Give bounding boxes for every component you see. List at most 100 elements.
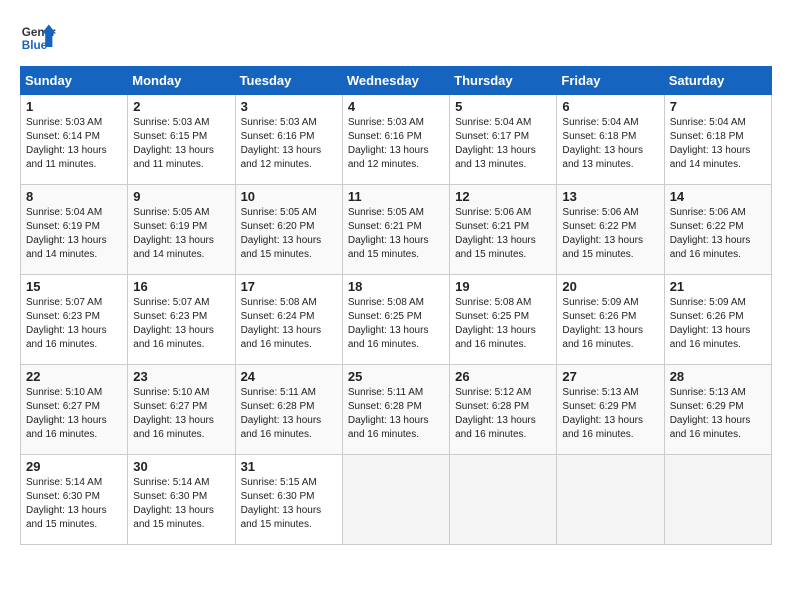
day-number: 4 bbox=[348, 99, 444, 114]
day-number: 27 bbox=[562, 369, 658, 384]
calendar-week-row: 22 Sunrise: 5:10 AM Sunset: 6:27 PM Dayl… bbox=[21, 365, 772, 455]
calendar-cell: 24 Sunrise: 5:11 AM Sunset: 6:28 PM Dayl… bbox=[235, 365, 342, 455]
day-number: 2 bbox=[133, 99, 229, 114]
day-info: Sunrise: 5:05 AM Sunset: 6:19 PM Dayligh… bbox=[133, 206, 229, 262]
day-info: Sunrise: 5:05 AM Sunset: 6:20 PM Dayligh… bbox=[241, 206, 337, 262]
day-number: 21 bbox=[670, 279, 766, 294]
calendar-cell: 12 Sunrise: 5:06 AM Sunset: 6:21 PM Dayl… bbox=[450, 185, 557, 275]
day-info: Sunrise: 5:03 AM Sunset: 6:16 PM Dayligh… bbox=[348, 116, 444, 172]
day-info: Sunrise: 5:13 AM Sunset: 6:29 PM Dayligh… bbox=[670, 386, 766, 442]
calendar-cell: 22 Sunrise: 5:10 AM Sunset: 6:27 PM Dayl… bbox=[21, 365, 128, 455]
day-info: Sunrise: 5:11 AM Sunset: 6:28 PM Dayligh… bbox=[348, 386, 444, 442]
calendar-cell: 5 Sunrise: 5:04 AM Sunset: 6:17 PM Dayli… bbox=[450, 95, 557, 185]
day-info: Sunrise: 5:10 AM Sunset: 6:27 PM Dayligh… bbox=[26, 386, 122, 442]
col-thursday: Thursday bbox=[450, 67, 557, 95]
calendar-cell: 27 Sunrise: 5:13 AM Sunset: 6:29 PM Dayl… bbox=[557, 365, 664, 455]
calendar-cell: 18 Sunrise: 5:08 AM Sunset: 6:25 PM Dayl… bbox=[342, 275, 449, 365]
col-monday: Monday bbox=[128, 67, 235, 95]
calendar-cell: 14 Sunrise: 5:06 AM Sunset: 6:22 PM Dayl… bbox=[664, 185, 771, 275]
day-info: Sunrise: 5:03 AM Sunset: 6:15 PM Dayligh… bbox=[133, 116, 229, 172]
day-number: 16 bbox=[133, 279, 229, 294]
day-number: 10 bbox=[241, 189, 337, 204]
calendar-cell: 2 Sunrise: 5:03 AM Sunset: 6:15 PM Dayli… bbox=[128, 95, 235, 185]
col-friday: Friday bbox=[557, 67, 664, 95]
day-number: 8 bbox=[26, 189, 122, 204]
day-info: Sunrise: 5:14 AM Sunset: 6:30 PM Dayligh… bbox=[26, 476, 122, 532]
day-number: 3 bbox=[241, 99, 337, 114]
calendar-cell: 20 Sunrise: 5:09 AM Sunset: 6:26 PM Dayl… bbox=[557, 275, 664, 365]
calendar-cell: 15 Sunrise: 5:07 AM Sunset: 6:23 PM Dayl… bbox=[21, 275, 128, 365]
day-info: Sunrise: 5:04 AM Sunset: 6:18 PM Dayligh… bbox=[670, 116, 766, 172]
calendar-cell bbox=[664, 455, 771, 545]
calendar-week-row: 8 Sunrise: 5:04 AM Sunset: 6:19 PM Dayli… bbox=[21, 185, 772, 275]
page-header: General Blue bbox=[20, 20, 772, 56]
day-info: Sunrise: 5:07 AM Sunset: 6:23 PM Dayligh… bbox=[26, 296, 122, 352]
day-number: 9 bbox=[133, 189, 229, 204]
logo-icon: General Blue bbox=[20, 20, 56, 56]
day-number: 28 bbox=[670, 369, 766, 384]
day-number: 15 bbox=[26, 279, 122, 294]
day-info: Sunrise: 5:15 AM Sunset: 6:30 PM Dayligh… bbox=[241, 476, 337, 532]
day-info: Sunrise: 5:10 AM Sunset: 6:27 PM Dayligh… bbox=[133, 386, 229, 442]
day-number: 17 bbox=[241, 279, 337, 294]
day-number: 1 bbox=[26, 99, 122, 114]
day-number: 19 bbox=[455, 279, 551, 294]
day-info: Sunrise: 5:03 AM Sunset: 6:16 PM Dayligh… bbox=[241, 116, 337, 172]
day-number: 6 bbox=[562, 99, 658, 114]
day-info: Sunrise: 5:08 AM Sunset: 6:24 PM Dayligh… bbox=[241, 296, 337, 352]
day-number: 30 bbox=[133, 459, 229, 474]
day-info: Sunrise: 5:03 AM Sunset: 6:14 PM Dayligh… bbox=[26, 116, 122, 172]
day-info: Sunrise: 5:13 AM Sunset: 6:29 PM Dayligh… bbox=[562, 386, 658, 442]
day-number: 7 bbox=[670, 99, 766, 114]
day-info: Sunrise: 5:11 AM Sunset: 6:28 PM Dayligh… bbox=[241, 386, 337, 442]
calendar-week-row: 1 Sunrise: 5:03 AM Sunset: 6:14 PM Dayli… bbox=[21, 95, 772, 185]
day-number: 20 bbox=[562, 279, 658, 294]
svg-text:Blue: Blue bbox=[22, 39, 48, 52]
day-number: 22 bbox=[26, 369, 122, 384]
col-sunday: Sunday bbox=[21, 67, 128, 95]
logo: General Blue bbox=[20, 20, 56, 56]
calendar-cell: 11 Sunrise: 5:05 AM Sunset: 6:21 PM Dayl… bbox=[342, 185, 449, 275]
calendar-cell: 13 Sunrise: 5:06 AM Sunset: 6:22 PM Dayl… bbox=[557, 185, 664, 275]
calendar-cell: 28 Sunrise: 5:13 AM Sunset: 6:29 PM Dayl… bbox=[664, 365, 771, 455]
col-saturday: Saturday bbox=[664, 67, 771, 95]
calendar-cell: 19 Sunrise: 5:08 AM Sunset: 6:25 PM Dayl… bbox=[450, 275, 557, 365]
day-number: 18 bbox=[348, 279, 444, 294]
day-number: 26 bbox=[455, 369, 551, 384]
day-info: Sunrise: 5:08 AM Sunset: 6:25 PM Dayligh… bbox=[455, 296, 551, 352]
col-wednesday: Wednesday bbox=[342, 67, 449, 95]
calendar-cell: 17 Sunrise: 5:08 AM Sunset: 6:24 PM Dayl… bbox=[235, 275, 342, 365]
day-info: Sunrise: 5:06 AM Sunset: 6:22 PM Dayligh… bbox=[670, 206, 766, 262]
calendar-cell: 31 Sunrise: 5:15 AM Sunset: 6:30 PM Dayl… bbox=[235, 455, 342, 545]
day-number: 11 bbox=[348, 189, 444, 204]
day-number: 14 bbox=[670, 189, 766, 204]
day-info: Sunrise: 5:14 AM Sunset: 6:30 PM Dayligh… bbox=[133, 476, 229, 532]
day-info: Sunrise: 5:04 AM Sunset: 6:18 PM Dayligh… bbox=[562, 116, 658, 172]
day-number: 29 bbox=[26, 459, 122, 474]
calendar-cell: 21 Sunrise: 5:09 AM Sunset: 6:26 PM Dayl… bbox=[664, 275, 771, 365]
day-info: Sunrise: 5:08 AM Sunset: 6:25 PM Dayligh… bbox=[348, 296, 444, 352]
day-info: Sunrise: 5:06 AM Sunset: 6:21 PM Dayligh… bbox=[455, 206, 551, 262]
day-info: Sunrise: 5:04 AM Sunset: 6:19 PM Dayligh… bbox=[26, 206, 122, 262]
day-info: Sunrise: 5:04 AM Sunset: 6:17 PM Dayligh… bbox=[455, 116, 551, 172]
calendar-week-row: 15 Sunrise: 5:07 AM Sunset: 6:23 PM Dayl… bbox=[21, 275, 772, 365]
calendar-cell: 3 Sunrise: 5:03 AM Sunset: 6:16 PM Dayli… bbox=[235, 95, 342, 185]
calendar-cell: 1 Sunrise: 5:03 AM Sunset: 6:14 PM Dayli… bbox=[21, 95, 128, 185]
day-number: 23 bbox=[133, 369, 229, 384]
day-info: Sunrise: 5:12 AM Sunset: 6:28 PM Dayligh… bbox=[455, 386, 551, 442]
day-info: Sunrise: 5:07 AM Sunset: 6:23 PM Dayligh… bbox=[133, 296, 229, 352]
day-number: 5 bbox=[455, 99, 551, 114]
calendar-cell: 7 Sunrise: 5:04 AM Sunset: 6:18 PM Dayli… bbox=[664, 95, 771, 185]
calendar-cell: 26 Sunrise: 5:12 AM Sunset: 6:28 PM Dayl… bbox=[450, 365, 557, 455]
calendar-cell: 25 Sunrise: 5:11 AM Sunset: 6:28 PM Dayl… bbox=[342, 365, 449, 455]
calendar-cell: 9 Sunrise: 5:05 AM Sunset: 6:19 PM Dayli… bbox=[128, 185, 235, 275]
day-number: 24 bbox=[241, 369, 337, 384]
calendar-cell bbox=[342, 455, 449, 545]
day-info: Sunrise: 5:09 AM Sunset: 6:26 PM Dayligh… bbox=[562, 296, 658, 352]
calendar-header-row: Sunday Monday Tuesday Wednesday Thursday… bbox=[21, 67, 772, 95]
calendar-cell: 6 Sunrise: 5:04 AM Sunset: 6:18 PM Dayli… bbox=[557, 95, 664, 185]
day-info: Sunrise: 5:06 AM Sunset: 6:22 PM Dayligh… bbox=[562, 206, 658, 262]
calendar-cell: 30 Sunrise: 5:14 AM Sunset: 6:30 PM Dayl… bbox=[128, 455, 235, 545]
col-tuesday: Tuesday bbox=[235, 67, 342, 95]
calendar-cell: 16 Sunrise: 5:07 AM Sunset: 6:23 PM Dayl… bbox=[128, 275, 235, 365]
